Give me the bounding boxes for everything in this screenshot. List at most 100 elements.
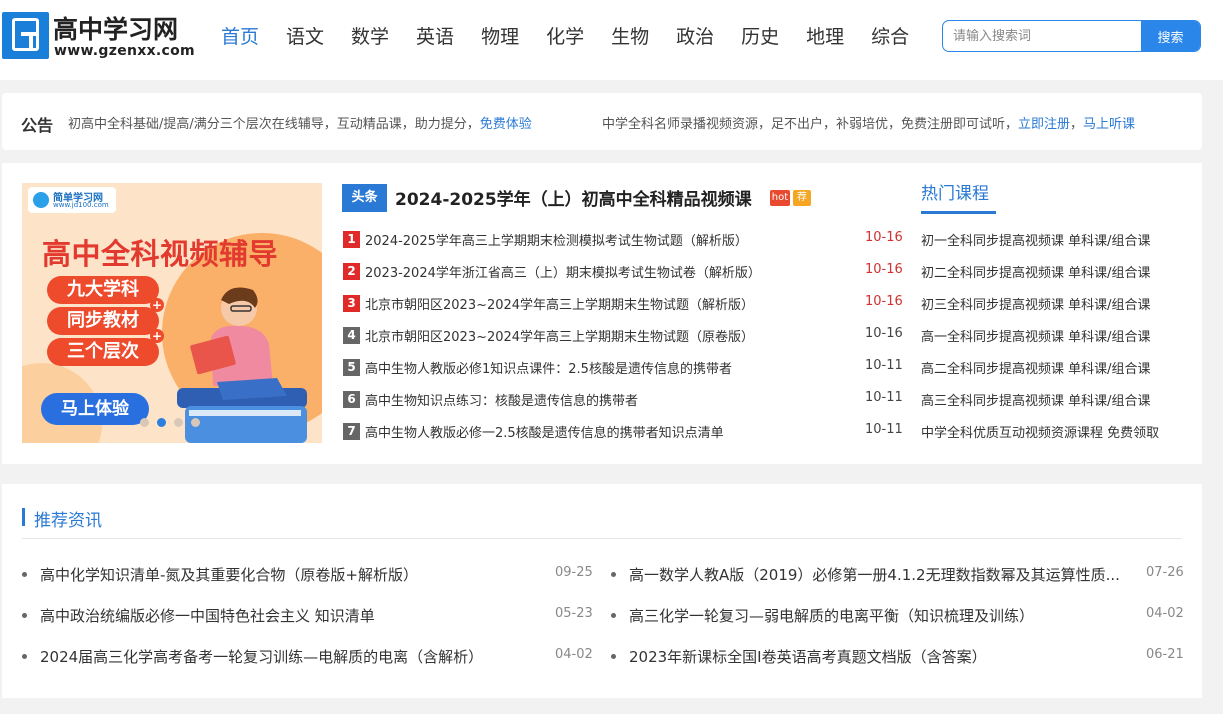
hot-course-link[interactable]: 高二全科同步提高视频课 单科课/组合课 bbox=[921, 358, 1151, 377]
news-date: 10-16 bbox=[865, 230, 903, 245]
nav-chemistry[interactable]: 化学 bbox=[546, 24, 584, 50]
recommend-item[interactable]: 高中化学知识清单-氮及其重要化合物（原卷版+解析版） 09-25 bbox=[22, 564, 595, 584]
recommend-date: 05-23 bbox=[555, 606, 593, 621]
recommend-title[interactable]: 高中政治统编版必修一中国特色社会主义 知识清单 bbox=[40, 605, 540, 626]
nav-geography[interactable]: 地理 bbox=[806, 24, 844, 50]
carousel-dot[interactable] bbox=[140, 418, 149, 427]
news-item[interactable]: 1 2024-2025学年高三上学期期末检测模拟考试生物试题（解析版） 10-16 bbox=[342, 229, 903, 249]
hot-course-link[interactable]: 初一全科同步提高视频课 单科课/组合课 bbox=[921, 230, 1151, 249]
hot-course-link[interactable]: 高三全科同步提高视频课 单科课/组合课 bbox=[921, 390, 1151, 409]
news-item[interactable]: 5 高中生物人教版必修1知识点课件：2.5核酸是遗传信息的携带者 10-11 bbox=[342, 357, 903, 377]
bullet-icon bbox=[611, 654, 616, 659]
nav-politics[interactable]: 政治 bbox=[676, 24, 714, 50]
banner-pill: 九大学科 bbox=[47, 276, 159, 304]
carousel-dot[interactable] bbox=[157, 418, 166, 427]
nav-math[interactable]: 数学 bbox=[351, 24, 389, 50]
carousel-dot[interactable] bbox=[191, 418, 200, 427]
news-date: 10-11 bbox=[865, 358, 903, 373]
listen-now-link[interactable]: 马上听课 bbox=[1083, 117, 1135, 132]
news-title[interactable]: 高中生物人教版必修1知识点课件：2.5核酸是遗传信息的携带者 bbox=[365, 358, 732, 377]
banner-pill: 三个层次 bbox=[47, 338, 159, 366]
news-item[interactable]: 2 2023-2024学年浙江省高三（上）期末模拟考试生物试卷（解析版） 10-16 bbox=[342, 261, 903, 281]
logo-title: 高中学习网 bbox=[53, 15, 179, 44]
hot-badge: hot bbox=[770, 190, 790, 206]
recommend-item[interactable]: 2024届高三化学高考备考一轮复习训练—电解质的电离（含解析） 04-02 bbox=[22, 646, 595, 666]
news-title[interactable]: 2023-2024学年浙江省高三（上）期末模拟考试生物试卷（解析版） bbox=[365, 262, 761, 281]
free-trial-link[interactable]: 免费体验 bbox=[480, 117, 532, 132]
recommend-title: 推荐资讯 bbox=[34, 511, 102, 531]
news-item[interactable]: 4 北京市朝阳区2023~2024学年高三上学期期末生物试题（原卷版） 10-16 bbox=[342, 325, 903, 345]
recommend-title[interactable]: 高一数学人教A版（2019）必修第一册4.1.2无理数指数幂及其运算性质... bbox=[629, 564, 1144, 585]
recommend-title[interactable]: 高中化学知识清单-氮及其重要化合物（原卷版+解析版） bbox=[40, 564, 540, 585]
news-rank: 2 bbox=[343, 263, 360, 280]
recommend-title[interactable]: 2024届高三化学高考备考一轮复习训练—电解质的电离（含解析） bbox=[40, 646, 540, 667]
banner-headline: 高中全科视频辅导 bbox=[42, 237, 279, 271]
nav-chinese[interactable]: 语文 bbox=[286, 24, 324, 50]
search-box: 搜索 bbox=[942, 20, 1201, 52]
headline-tag: 头条 bbox=[342, 184, 387, 212]
nav-english[interactable]: 英语 bbox=[416, 24, 454, 50]
nav-biology[interactable]: 生物 bbox=[611, 24, 649, 50]
logo-mark-icon bbox=[2, 12, 49, 59]
recommend-item[interactable]: 高三化学一轮复习—弱电解质的电离平衡（知识梳理及训练） 04-02 bbox=[611, 605, 1186, 625]
hot-course-link[interactable]: 初三全科同步提高视频课 单科课/组合课 bbox=[921, 294, 1151, 313]
register-link[interactable]: 立即注册 bbox=[1018, 117, 1070, 132]
recommend-item[interactable]: 高一数学人教A版（2019）必修第一册4.1.2无理数指数幂及其运算性质... 0… bbox=[611, 564, 1186, 584]
carousel-dot[interactable] bbox=[174, 418, 183, 427]
recommend-date: 06-21 bbox=[1146, 647, 1184, 662]
news-rank: 4 bbox=[343, 327, 360, 344]
news-title[interactable]: 2024-2025学年高三上学期期末检测模拟考试生物试题（解析版） bbox=[365, 230, 748, 249]
recommend-date: 04-02 bbox=[555, 647, 593, 662]
news-title[interactable]: 高中生物知识点练习：核酸是遗传信息的携带者 bbox=[365, 390, 638, 409]
banner-brand-url: www.jd100.com bbox=[53, 201, 109, 209]
news-rank: 6 bbox=[343, 391, 360, 408]
news-title[interactable]: 高中生物人教版必修一2.5核酸是遗传信息的携带者知识点清单 bbox=[365, 422, 724, 441]
news-rank: 7 bbox=[343, 423, 360, 440]
news-title[interactable]: 北京市朝阳区2023~2024学年高三上学期期末生物试题（原卷版） bbox=[365, 326, 754, 345]
site-logo[interactable]: 高中学习网 www.gzenxx.com bbox=[2, 12, 195, 60]
news-date: 10-16 bbox=[865, 294, 903, 309]
hot-courses-title: 热门课程 bbox=[921, 184, 989, 204]
recommend-item[interactable]: 2023年新课标全国Ⅰ卷英语高考真题文档版（含答案） 06-21 bbox=[611, 646, 1186, 666]
bullet-icon bbox=[611, 572, 616, 577]
promo-banner[interactable]: 简单学习网 www.jd100.com 高中全科视频辅导 九大学科 + 同步教材… bbox=[22, 183, 322, 443]
nav-comprehensive[interactable]: 综合 bbox=[871, 24, 909, 50]
bullet-icon bbox=[22, 572, 27, 577]
bullet-icon bbox=[22, 613, 27, 618]
bullet-icon bbox=[611, 613, 616, 618]
recommend-date: 09-25 bbox=[555, 565, 593, 580]
divider bbox=[22, 538, 1182, 539]
news-title[interactable]: 北京市朝阳区2023~2024学年高三上学期期末生物试题（解析版） bbox=[365, 294, 754, 313]
notice-text-1-body: 初高中全科基础/提高/满分三个层次在线辅导，互动精品课，助力提分， bbox=[68, 117, 480, 132]
section-marker bbox=[22, 508, 25, 526]
recommend-badge: 荐 bbox=[793, 190, 811, 206]
nav-history[interactable]: 历史 bbox=[741, 24, 779, 50]
hot-course-link[interactable]: 中学全科优质互动视频资源课程 免费领取 bbox=[921, 422, 1159, 441]
news-date: 10-11 bbox=[865, 390, 903, 405]
site-header: 高中学习网 www.gzenxx.com 首页 语文 数学 英语 物理 化学 生… bbox=[0, 0, 1223, 80]
search-button[interactable]: 搜索 bbox=[1141, 21, 1200, 51]
banner-brand: 简单学习网 www.jd100.com bbox=[28, 187, 116, 213]
news-item[interactable]: 6 高中生物知识点练习：核酸是遗传信息的携带者 10-11 bbox=[342, 389, 903, 409]
recommend-title[interactable]: 高三化学一轮复习—弱电解质的电离平衡（知识梳理及训练） bbox=[629, 605, 1144, 626]
main-nav: 首页 语文 数学 英语 物理 化学 生物 政治 历史 地理 综合 bbox=[221, 24, 936, 50]
notice-title: 公告 bbox=[21, 116, 54, 135]
hot-course-link[interactable]: 高一全科同步提高视频课 单科课/组合课 bbox=[921, 326, 1151, 345]
recommend-title[interactable]: 2023年新课标全国Ⅰ卷英语高考真题文档版（含答案） bbox=[629, 646, 1144, 667]
carousel-dots bbox=[140, 418, 200, 427]
news-rank: 1 bbox=[343, 231, 360, 248]
news-item[interactable]: 7 高中生物人教版必修一2.5核酸是遗传信息的携带者知识点清单 10-11 bbox=[342, 421, 903, 441]
recommend-item[interactable]: 高中政治统编版必修一中国特色社会主义 知识清单 05-23 bbox=[22, 605, 595, 625]
banner-cta-button[interactable]: 马上体验 bbox=[41, 393, 149, 425]
hot-course-link[interactable]: 初二全科同步提高视频课 单科课/组合课 bbox=[921, 262, 1151, 281]
news-rank: 3 bbox=[343, 295, 360, 312]
banner-pill: 同步教材 bbox=[47, 307, 159, 335]
nav-home[interactable]: 首页 bbox=[221, 24, 259, 50]
headline-title[interactable]: 2024-2025学年（上）初高中全科精品视频课 bbox=[395, 185, 752, 210]
recommend-panel: 推荐资讯 高中化学知识清单-氮及其重要化合物（原卷版+解析版） 09-25 高中政治… bbox=[2, 484, 1202, 698]
recommend-date: 04-02 bbox=[1146, 606, 1184, 621]
news-item[interactable]: 3 北京市朝阳区2023~2024学年高三上学期期末生物试题（解析版） 10-16 bbox=[342, 293, 903, 313]
search-input[interactable] bbox=[943, 21, 1142, 51]
notice-text-1: 初高中全科基础/提高/满分三个层次在线辅导，互动精品课，助力提分，免费体验 bbox=[68, 113, 532, 132]
nav-physics[interactable]: 物理 bbox=[481, 24, 519, 50]
